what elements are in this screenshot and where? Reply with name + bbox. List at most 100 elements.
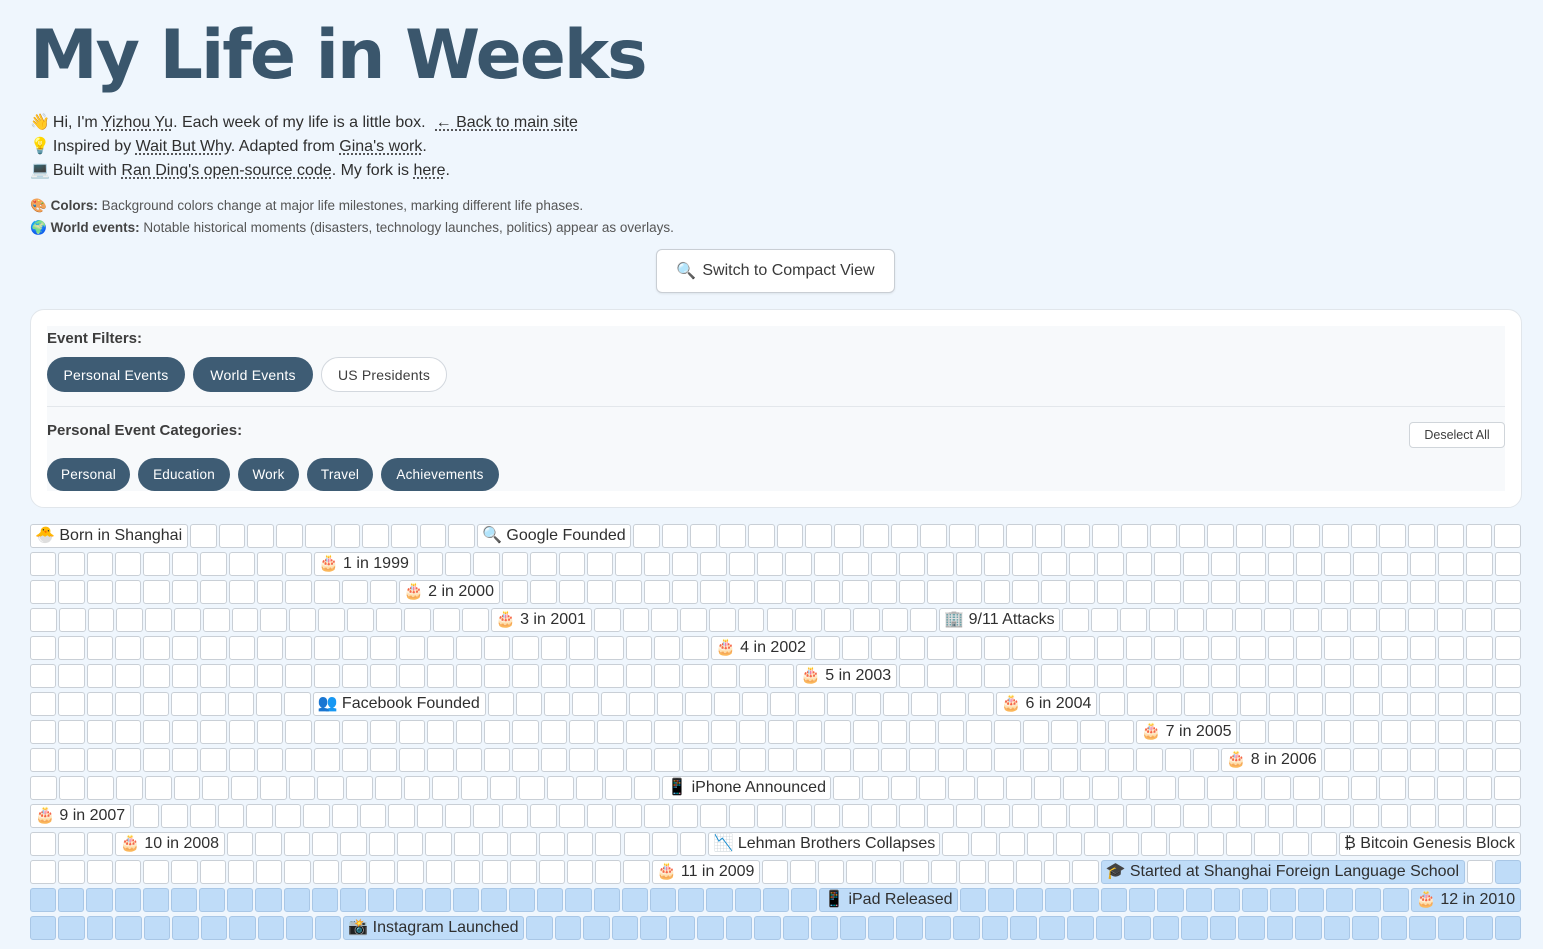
week-cell[interactable]: [116, 608, 144, 632]
week-cell[interactable]: [540, 636, 567, 660]
week-cell[interactable]: [1381, 692, 1408, 716]
week-cell[interactable]: [852, 608, 880, 632]
week-cell[interactable]: [1239, 552, 1266, 576]
week-cell[interactable]: [227, 888, 254, 912]
week-cell[interactable]: [501, 580, 529, 604]
week-cell[interactable]: [398, 748, 426, 772]
week-cell[interactable]: [171, 580, 199, 604]
week-cell[interactable]: [1063, 776, 1090, 800]
week-cell[interactable]: [1263, 608, 1291, 632]
week-cell[interactable]: [218, 804, 245, 828]
week-cell[interactable]: [795, 748, 823, 772]
week-event[interactable]: 🏢 9/11 Attacks: [939, 608, 1061, 632]
week-cell[interactable]: [1022, 720, 1050, 744]
week-cell[interactable]: [530, 552, 557, 576]
week-cell[interactable]: [583, 916, 610, 940]
week-cell[interactable]: [331, 804, 358, 828]
week-cell[interactable]: [256, 720, 284, 744]
week-cell[interactable]: [1296, 804, 1323, 828]
week-cell[interactable]: [1040, 636, 1068, 660]
week-cell[interactable]: [966, 748, 993, 772]
week-event[interactable]: 🎂 5 in 2003: [795, 664, 897, 688]
week-cell[interactable]: [1296, 664, 1323, 688]
week-cell[interactable]: [30, 552, 57, 576]
week-cell[interactable]: [1353, 692, 1380, 716]
week-cell[interactable]: [1097, 636, 1124, 660]
week-cell[interactable]: [200, 748, 227, 772]
week-cell[interactable]: [1409, 552, 1436, 576]
week-cell[interactable]: [1324, 804, 1351, 828]
week-cell[interactable]: [1129, 888, 1156, 912]
week-cell[interactable]: [143, 552, 170, 576]
week-cell[interactable]: [1012, 580, 1039, 604]
switch-to-compact-view-button[interactable]: 🔍 Switch to Compact View: [656, 249, 895, 293]
week-cell[interactable]: [846, 860, 873, 884]
name-link[interactable]: Yizhou Yu: [102, 114, 173, 131]
week-event[interactable]: 🎂 2 in 2000: [398, 580, 500, 604]
week-cell[interactable]: [785, 804, 812, 828]
week-cell[interactable]: [1267, 720, 1295, 744]
week-cell[interactable]: [942, 832, 969, 856]
week-cell[interactable]: [1107, 748, 1135, 772]
week-cell[interactable]: [568, 748, 596, 772]
week-cell[interactable]: [143, 916, 171, 940]
week-cell[interactable]: [227, 860, 254, 884]
week-cell[interactable]: [368, 832, 395, 856]
week-cell[interactable]: [510, 860, 537, 884]
week-cell[interactable]: [115, 720, 142, 744]
week-cell[interactable]: [1125, 636, 1153, 660]
week-cell[interactable]: [1296, 720, 1323, 744]
week-cell[interactable]: [813, 804, 841, 828]
week-cell[interactable]: [1437, 804, 1465, 828]
week-cell[interactable]: [483, 636, 511, 660]
week-cell[interactable]: [30, 692, 57, 716]
week-cell[interactable]: [274, 804, 302, 828]
week-cell[interactable]: [512, 664, 539, 688]
week-cell[interactable]: [342, 664, 369, 688]
week-cell[interactable]: [1465, 608, 1493, 632]
week-cell[interactable]: [509, 888, 536, 912]
week-cell[interactable]: [572, 692, 599, 716]
week-cell[interactable]: [199, 860, 226, 884]
week-cell[interactable]: [143, 692, 170, 716]
week-cell[interactable]: [58, 720, 85, 744]
week-cell[interactable]: [86, 692, 113, 716]
week-cell[interactable]: [1466, 720, 1493, 744]
week-cell[interactable]: [370, 636, 397, 660]
week-event[interactable]: 🎂 7 in 2005: [1136, 720, 1238, 744]
week-cell[interactable]: [984, 636, 1011, 660]
week-cell[interactable]: [1069, 580, 1096, 604]
week-cell[interactable]: [1267, 804, 1295, 828]
week-cell[interactable]: [1437, 748, 1465, 772]
week-cell[interactable]: [257, 916, 285, 940]
week-cell[interactable]: [374, 776, 402, 800]
week-cell[interactable]: [285, 580, 312, 604]
week-cell[interactable]: [1310, 832, 1337, 856]
week-cell[interactable]: [1292, 608, 1320, 632]
week-cell[interactable]: [30, 720, 57, 744]
week-cell[interactable]: [1124, 916, 1151, 940]
week-cell[interactable]: [1466, 552, 1493, 576]
week-cell[interactable]: [501, 552, 529, 576]
week-cell[interactable]: [445, 804, 472, 828]
week-cell[interactable]: [902, 860, 929, 884]
week-cell[interactable]: [1038, 916, 1066, 940]
week-cell[interactable]: [948, 776, 975, 800]
week-cell[interactable]: [1101, 888, 1128, 912]
week-cell[interactable]: [967, 692, 995, 716]
filter-personal-events[interactable]: Personal Events: [47, 357, 185, 392]
week-cell[interactable]: [633, 524, 660, 548]
week-cell[interactable]: [1154, 580, 1181, 604]
week-cell[interactable]: [881, 608, 909, 632]
week-event[interactable]: 🎂 11 in 2009: [651, 860, 760, 884]
week-cell[interactable]: [1178, 776, 1205, 800]
week-cell[interactable]: [370, 748, 397, 772]
week-cell[interactable]: [625, 636, 653, 660]
week-cell[interactable]: [86, 580, 114, 604]
week-cell[interactable]: [1350, 608, 1377, 632]
week-cell[interactable]: [1125, 804, 1153, 828]
week-cell[interactable]: [595, 860, 622, 884]
week-cell[interactable]: [1239, 636, 1266, 660]
week-cell[interactable]: [313, 720, 341, 744]
week-cell[interactable]: [1326, 888, 1353, 912]
